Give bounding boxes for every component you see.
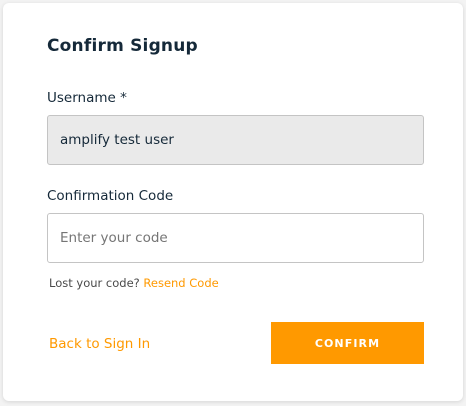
- form-title: Confirm Signup: [47, 36, 198, 56]
- confirmation-code-label: Confirmation Code: [47, 188, 174, 204]
- confirm-signup-card: Confirm Signup Username * Confirmation C…: [3, 3, 463, 401]
- confirmation-code-input[interactable]: [47, 213, 424, 263]
- lost-code-hint: Lost your code? Resend Code: [49, 276, 219, 290]
- resend-code-link[interactable]: Resend Code: [143, 276, 218, 290]
- back-to-sign-in-link[interactable]: Back to Sign In: [49, 336, 150, 352]
- username-field[interactable]: [47, 115, 424, 165]
- confirm-button[interactable]: CONFIRM: [271, 322, 424, 364]
- username-label: Username *: [47, 90, 127, 106]
- lost-code-text: Lost your code?: [49, 276, 144, 290]
